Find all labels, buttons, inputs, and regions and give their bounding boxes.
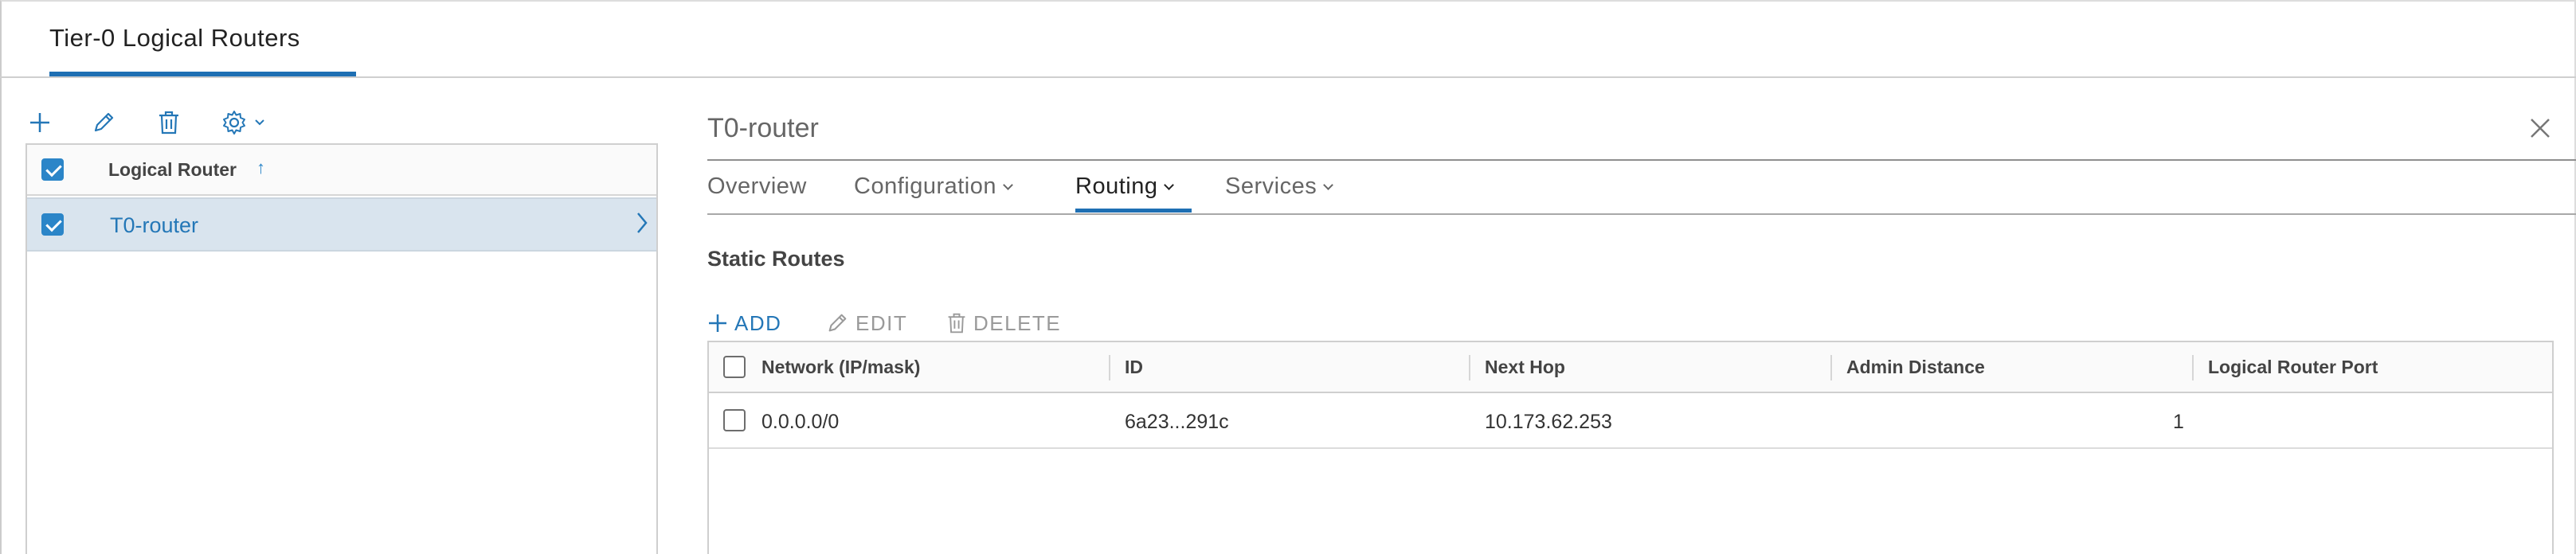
tab-label: Configuration [854,174,996,199]
tab-services[interactable]: Services [1225,174,1334,200]
cell-admin-distance: 1 [2173,411,2184,433]
edit-pencil-icon [828,314,847,332]
tab-overview[interactable]: Overview [707,174,807,200]
row-checkbox[interactable] [41,213,64,236]
edit-label: EDIT [855,310,908,335]
title-divider [707,159,2576,161]
tab-label: Services [1225,174,1317,199]
section-title: Static Routes [707,247,845,271]
table-header: Network (IP/mask) ID Next Hop Admin Dist… [709,342,2552,393]
logical-router-list: Logical Router ↑ T0-router [25,143,658,554]
select-all-checkbox[interactable] [723,356,746,378]
column-header-admin-distance[interactable]: Admin Distance [1846,357,1985,378]
tab-label: Routing [1075,174,1158,199]
active-tab-underline [49,72,356,76]
router-name-link[interactable]: T0-router [110,213,198,238]
tab-label: Overview [707,174,807,199]
page-header: Tier-0 Logical Routers [0,0,2576,78]
column-divider[interactable] [1469,355,1470,380]
cell-network: 0.0.0.0/0 [761,411,840,433]
detail-title: T0-router [707,113,819,143]
chevron-down-icon [1003,180,1013,190]
active-tab-underline [1075,209,1192,213]
chevron-right-icon[interactable] [636,210,648,240]
column-divider[interactable] [1830,355,1832,380]
column-header-id[interactable]: ID [1125,357,1143,378]
column-header-next-hop[interactable]: Next Hop [1485,357,1565,378]
static-routes-table: Network (IP/mask) ID Next Hop Admin Dist… [707,341,2554,554]
tab-configuration[interactable]: Configuration [854,174,1013,200]
detail-tabs: Overview Configuration Routing Services [707,169,2576,215]
settings-gear-icon[interactable] [218,107,250,138]
row-checkbox[interactable] [723,409,746,431]
edit-pencil-icon[interactable] [88,107,119,138]
chevron-down-icon [1164,180,1175,190]
page-title: Tier-0 Logical Routers [49,24,300,52]
close-icon[interactable] [2528,116,2552,140]
delete-trash-icon[interactable] [153,107,185,138]
list-header: Logical Router ↑ [27,145,656,196]
sort-ascending-icon[interactable]: ↑ [256,158,265,178]
table-row[interactable]: 0.0.0.0/0 6a23...291c 10.173.62.253 1 [709,395,2552,449]
delete-label: DELETE [973,310,1062,335]
delete-trash-icon [948,313,965,334]
chevron-down-icon[interactable] [250,107,269,138]
select-all-checkbox[interactable] [41,158,64,181]
cell-id: 6a23...291c [1125,411,1229,433]
column-header-logical-router-port[interactable]: Logical Router Port [2208,357,2378,378]
edit-button[interactable]: EDIT [825,306,907,341]
chevron-down-icon [1323,180,1334,190]
column-divider[interactable] [1109,355,1110,380]
column-divider[interactable] [2192,355,2194,380]
tab-routing[interactable]: Routing [1075,174,1175,200]
add-button[interactable]: ADD [707,306,781,341]
column-header-network[interactable]: Network (IP/mask) [761,357,920,378]
column-header-logical-router[interactable]: Logical Router [108,159,237,181]
cell-next-hop: 10.173.62.253 [1485,411,1612,433]
add-icon [709,314,726,332]
add-icon[interactable] [24,107,56,138]
add-label: ADD [734,310,782,335]
delete-button[interactable]: DELETE [946,306,1061,341]
list-item[interactable]: T0-router [27,197,656,252]
